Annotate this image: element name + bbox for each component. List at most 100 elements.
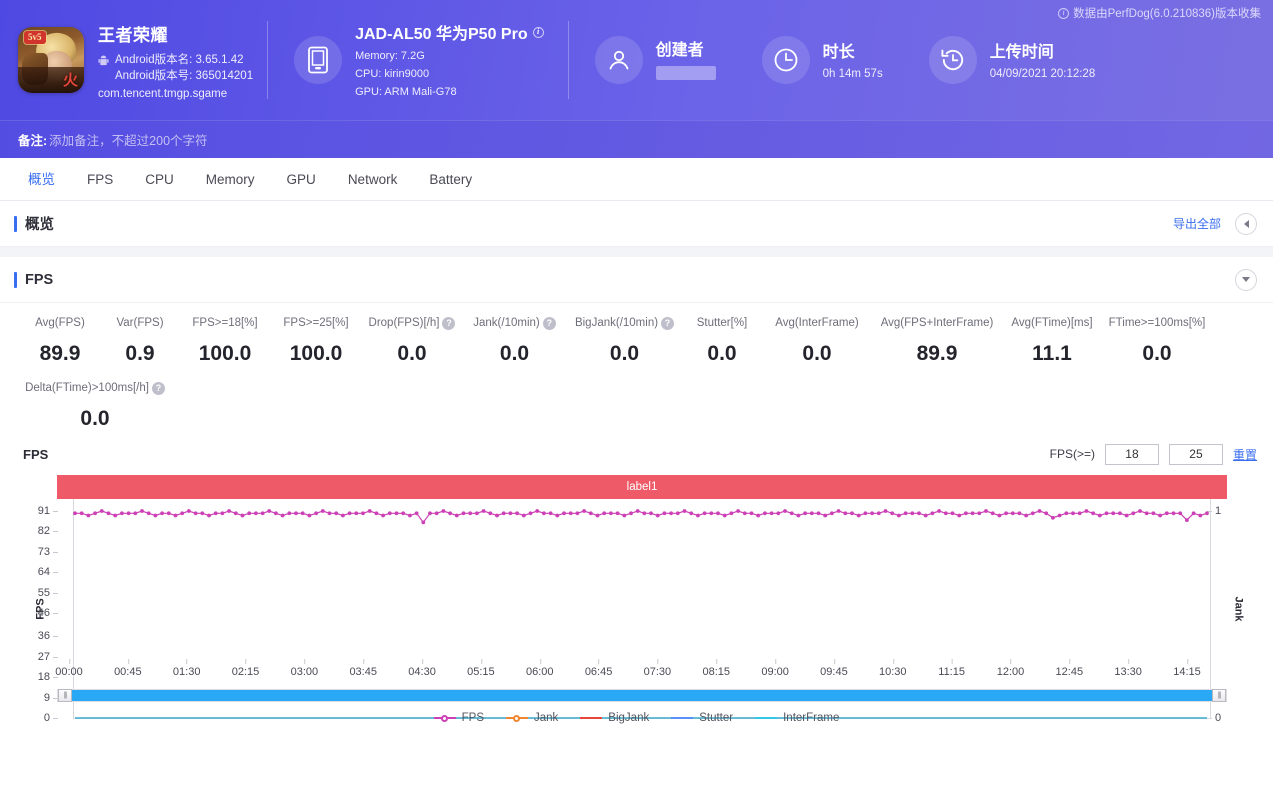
creator-value	[655, 65, 716, 80]
metric-label: FPS>=25[%]	[283, 317, 349, 329]
x-tick: 13:30	[1114, 659, 1142, 678]
legend-item[interactable]: Jank	[506, 712, 558, 724]
metric-value: 0.0	[609, 342, 640, 365]
help-icon[interactable]: ?	[542, 316, 556, 330]
x-tick: 03:45	[349, 659, 377, 678]
app-info-block: 5v5 火 王者荣耀 Android版本名: 3.65.1.42 Android…	[0, 0, 253, 120]
metric-label: Avg(FPS)	[35, 317, 85, 329]
help-icon[interactable]: ?	[151, 381, 165, 395]
fps-title: FPS	[14, 272, 53, 288]
metric-cell: Stutter[%] 0.0	[682, 315, 762, 366]
metric-cell: Avg(FPS) 89.9	[20, 315, 100, 366]
metric-label: Jank(/10min)?	[462, 315, 567, 331]
metric-label: Delta(FTime)>100ms[/h]?	[20, 380, 170, 396]
legend-marker-icon	[506, 713, 528, 723]
x-tick: 10:30	[879, 659, 907, 678]
legend-item[interactable]: BigJank	[580, 712, 649, 724]
fps-threshold-high-input[interactable]	[1168, 443, 1223, 465]
legend-label: Stutter	[699, 712, 734, 724]
metrics-row-1: Avg(FPS) 89.9 Var(FPS) 0.9 FPS>=18[%] 100.0 FP…	[0, 315, 1273, 366]
fps-chart-title: FPS	[23, 446, 49, 462]
x-tick: 00:00	[55, 659, 83, 678]
chart-scrollbar[interactable]	[57, 689, 1227, 702]
metric-label: FTime>=100ms[%]	[1108, 317, 1206, 329]
overview-panel-header: 概览 导出全部	[0, 201, 1273, 247]
metric-value: 100.0	[198, 342, 252, 365]
metric-cell: BigJank(/10min)? 0.0	[567, 315, 682, 366]
chart-label-band[interactable]: label1	[57, 475, 1227, 499]
legend-item[interactable]: FPS	[433, 712, 484, 724]
history-icon-circle	[928, 36, 977, 84]
metric-cell: Jank(/10min)? 0.0	[462, 315, 567, 366]
creator-block: 创建者	[573, 0, 716, 120]
metric-cell: Avg(FTime)[ms] 11.1	[1002, 315, 1102, 366]
chart-series-svg	[73, 509, 1209, 719]
collapse-left-button[interactable]	[1235, 212, 1257, 235]
chart-scrollbar-fill[interactable]	[70, 690, 1214, 701]
remark-input[interactable]: 添加备注，不超过200个字符	[49, 130, 207, 149]
fps-metrics: Avg(FPS) 89.9 Var(FPS) 0.9 FPS>=18[%] 100.0 FP…	[0, 303, 1273, 437]
x-tick: 14:15	[1173, 659, 1201, 678]
tab-battery[interactable]: Battery	[413, 158, 488, 201]
metric-value: 100.0	[289, 342, 343, 365]
collect-note-text: 数据由PerfDog(6.0.210836)版本收集	[1073, 8, 1261, 20]
fps-threshold-low-input[interactable]	[1104, 443, 1159, 465]
metric-label: Avg(InterFrame)	[775, 317, 859, 329]
legend-marker-icon	[580, 713, 603, 723]
x-tick: 00:45	[114, 659, 142, 678]
tab-overview[interactable]: 概览	[12, 158, 71, 201]
metric-value: 0.0	[802, 342, 832, 365]
legend-label: InterFrame	[783, 712, 840, 724]
metric-cell: Var(FPS) 0.9	[100, 315, 180, 366]
legend-item[interactable]: InterFrame	[755, 712, 839, 724]
metric-value: 0.0	[1142, 342, 1172, 365]
legend-marker-icon	[755, 713, 778, 723]
x-tick: 08:15	[702, 659, 731, 678]
export-all-link[interactable]: 导出全部	[1173, 215, 1221, 232]
overview-title: 概览	[14, 213, 54, 234]
device-info-icon[interactable]: i	[532, 26, 544, 38]
fps-threshold-controls: FPS(>=) 重置	[1049, 443, 1257, 465]
duration-block: 时长 0h 14m 57s	[716, 0, 883, 120]
metrics-row-2: Delta(FTime)>100ms[/h]? 0.0	[0, 380, 1273, 431]
chart-scrollbar-handle-left[interactable]	[58, 689, 72, 702]
app-version-code: Android版本号: 365014201	[115, 69, 254, 82]
metric-value: 0.0	[707, 342, 737, 365]
tab-cpu[interactable]: CPU	[129, 158, 190, 201]
fps-panel: FPS Avg(FPS) 89.9 Var(FPS) 0.9 FPS>=18[%] 100…	[0, 257, 1273, 724]
metric-label: FPS>=18[%]	[192, 317, 258, 329]
app-icon-badge: 5v5	[24, 31, 46, 44]
app-name: 王者荣耀	[98, 25, 168, 45]
metric-value: 11.1	[1032, 342, 1072, 365]
tab-network[interactable]: Network	[332, 158, 414, 201]
help-icon[interactable]: ?	[661, 316, 675, 330]
device-memory: Memory: 7.2G	[355, 50, 425, 62]
x-tick: 09:00	[761, 659, 789, 678]
tab-fps[interactable]: FPS	[71, 158, 129, 201]
fps-threshold-label: FPS(>=)	[1049, 447, 1095, 461]
remark-bar[interactable]: 备注: 添加备注，不超过200个字符	[0, 120, 1273, 158]
metric-label: Stutter[%]	[696, 317, 748, 329]
fps-panel-header: FPS	[0, 257, 1273, 303]
device-info-block: JAD-AL50 华为P50 Pro i Memory: 7.2G CPU: k…	[272, 0, 544, 120]
metric-label: Avg(FPS+InterFrame)	[880, 317, 994, 329]
help-icon[interactable]: ?	[442, 316, 456, 330]
x-tick: 09:45	[820, 659, 848, 678]
device-gpu: GPU: ARM Mali-G78	[355, 86, 457, 98]
x-tick: 02:15	[231, 659, 260, 678]
chart-scrollbar-handle-right[interactable]	[1212, 689, 1226, 702]
remark-label: 备注:	[18, 134, 48, 148]
phone-icon	[308, 46, 328, 74]
app-package: com.tencent.tmgp.sgame	[98, 87, 228, 100]
tab-memory[interactable]: Memory	[190, 158, 271, 201]
tab-gpu[interactable]: GPU	[271, 158, 332, 201]
reset-link[interactable]: 重置	[1233, 446, 1257, 463]
metric-cell: Avg(InterFrame) 0.0	[762, 315, 872, 366]
clock-icon-circle	[761, 36, 810, 84]
app-version-name: Android版本名: 3.65.1.42	[115, 53, 244, 66]
metric-value: 0.0	[397, 342, 427, 365]
chevron-down-icon	[1242, 277, 1250, 282]
metric-value: 0.0	[80, 407, 110, 430]
legend-item[interactable]: Stutter	[671, 712, 733, 724]
fps-collapse-button[interactable]	[1235, 268, 1257, 291]
